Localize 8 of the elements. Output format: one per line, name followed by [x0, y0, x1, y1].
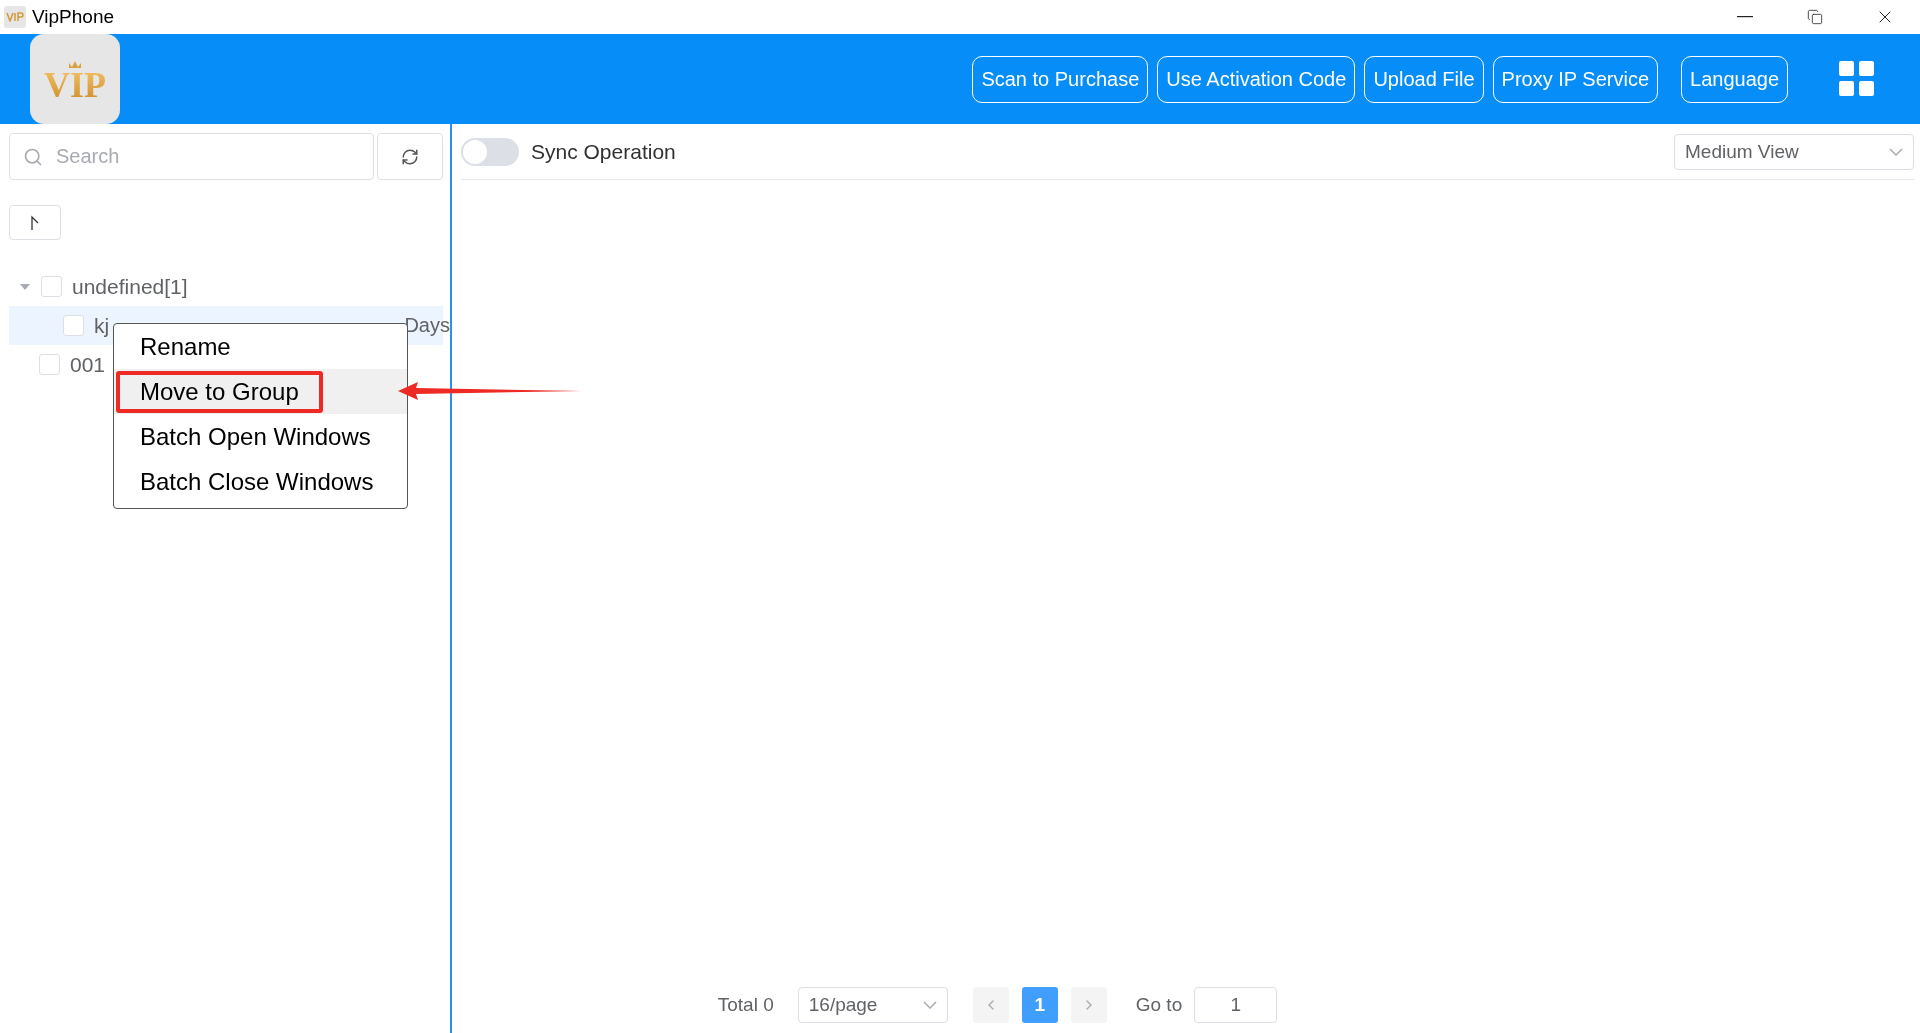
window-title: VipPhone	[32, 6, 115, 28]
total-text: Total 0	[717, 994, 774, 1016]
tree-label: undefined[1]	[72, 274, 188, 299]
tree-label: 001	[70, 352, 106, 377]
goto-label: Go to	[1135, 994, 1183, 1016]
switch-label: Sync Operation	[531, 139, 676, 164]
logo: VIP	[30, 34, 120, 124]
tree-label: kj	[94, 313, 110, 338]
